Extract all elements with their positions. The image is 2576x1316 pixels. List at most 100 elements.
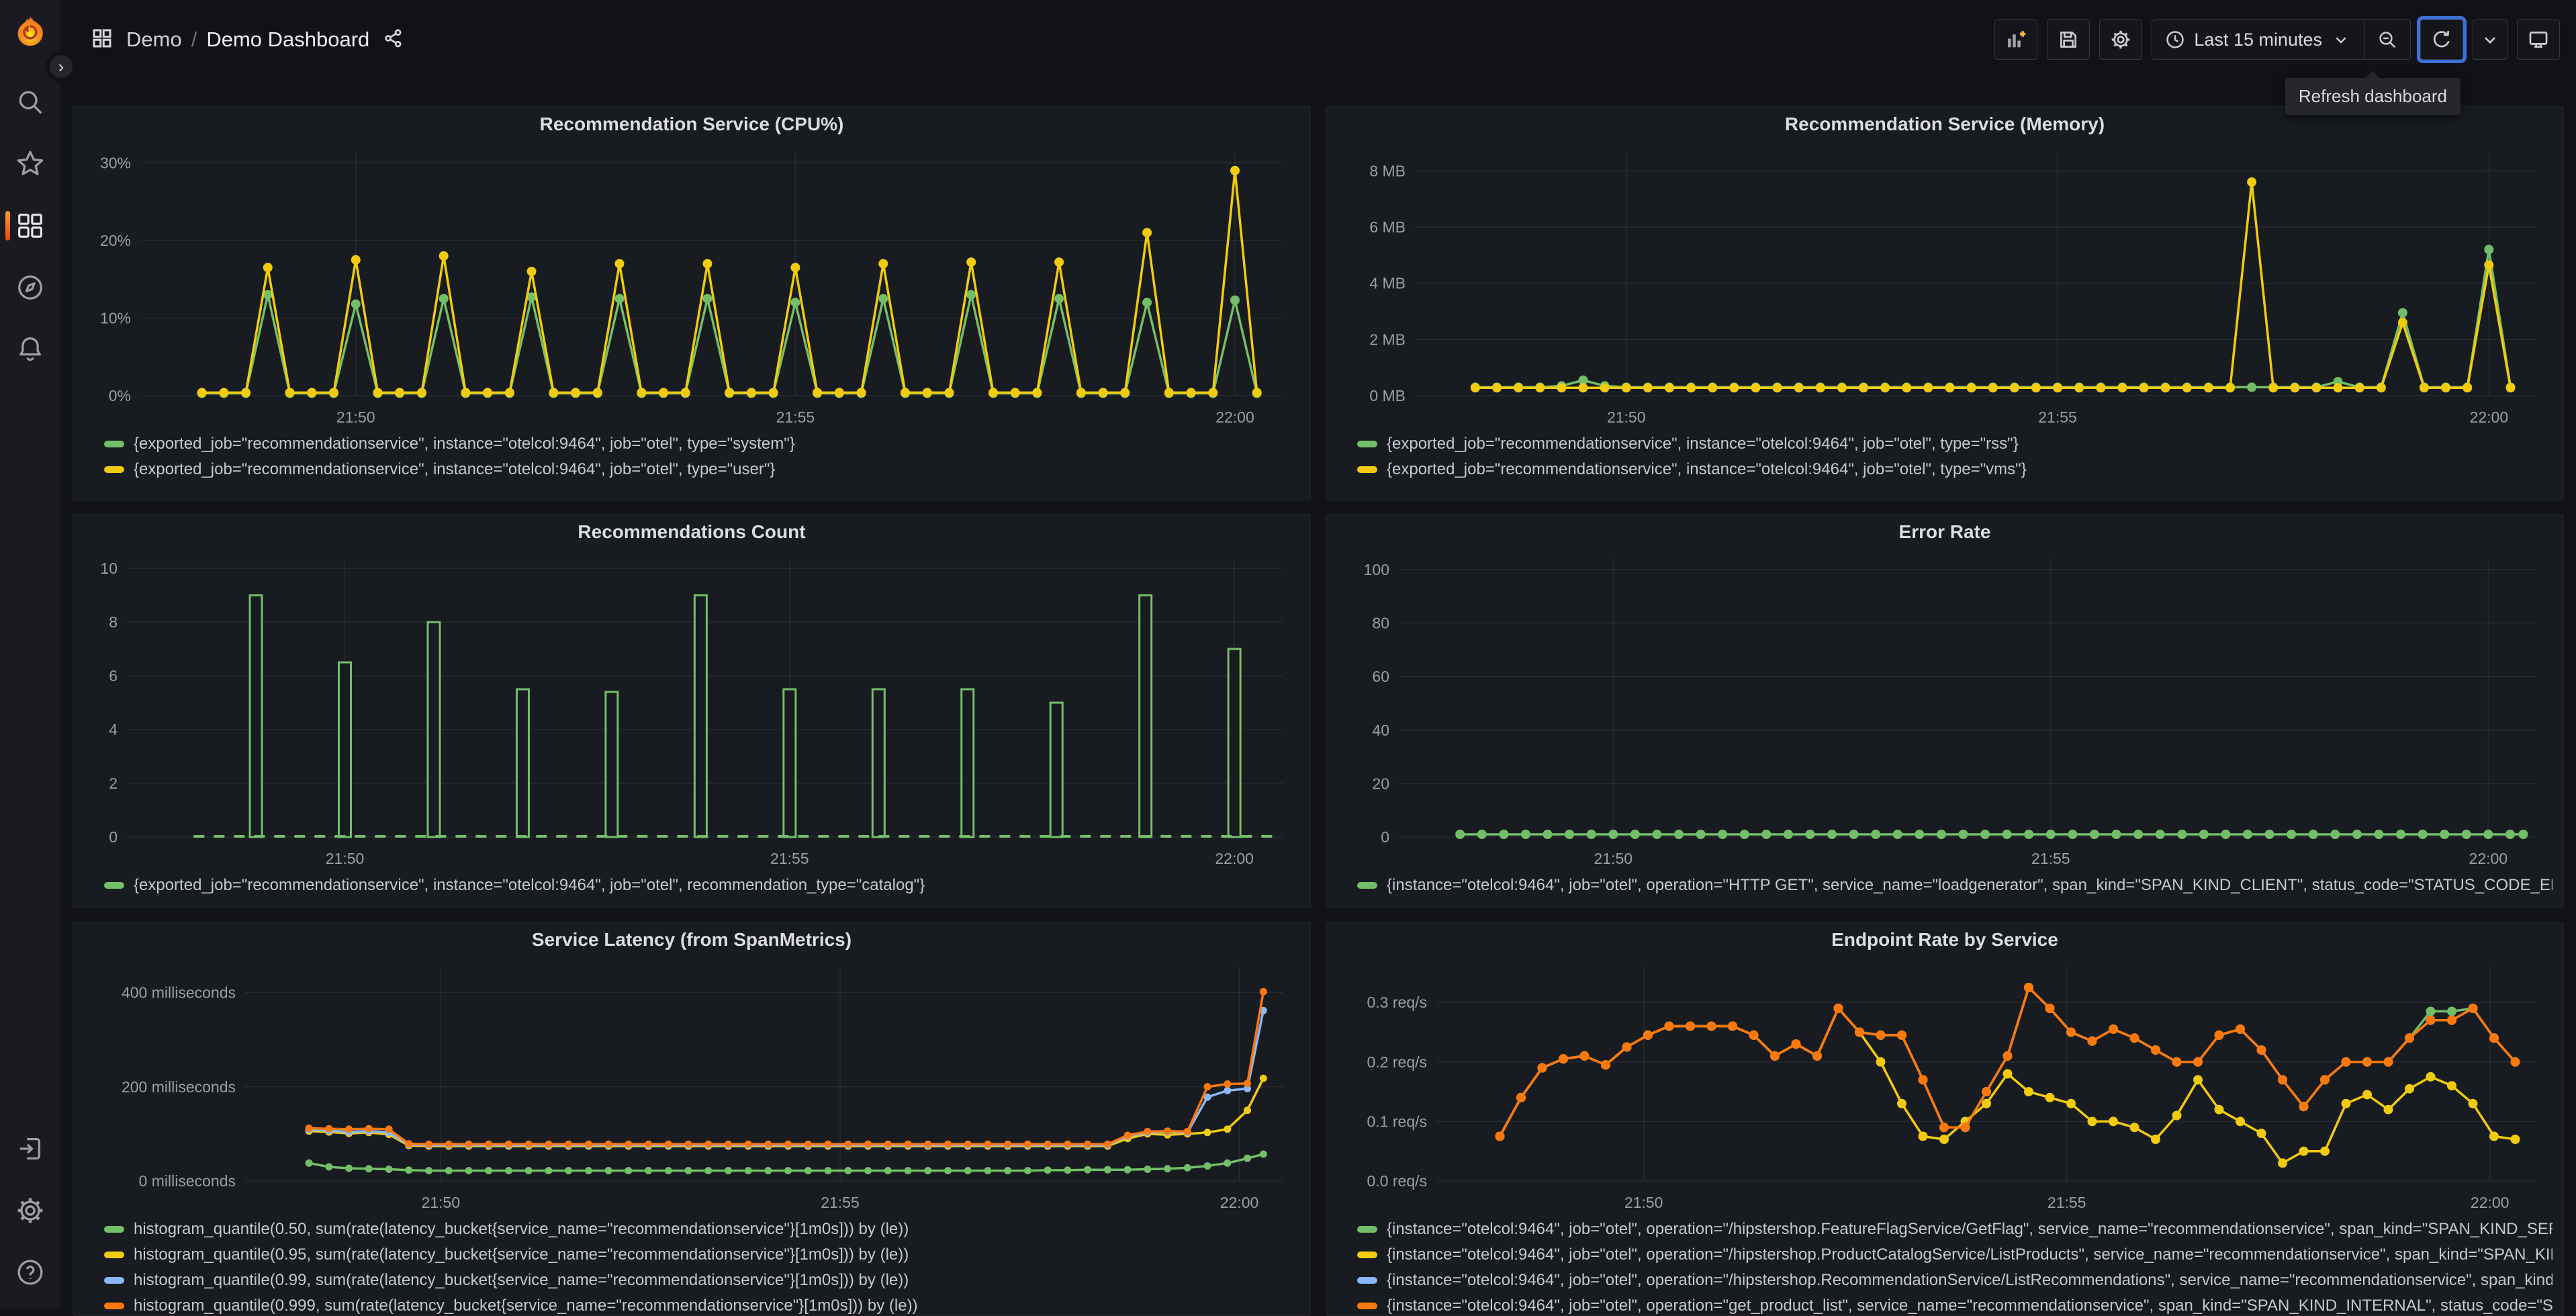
panel-legend: {instance="otelcol:9464", job="otel", op… (1337, 1216, 2552, 1316)
svg-text:21:50: 21:50 (1594, 850, 1632, 867)
dashboard-grid: Recommendation Service (CPU%) 0%10%20%30%… (60, 79, 2576, 1309)
time-range-picker[interactable]: Last 15 minutes (2152, 20, 2364, 59)
svg-text:22:00: 22:00 (2471, 1194, 2510, 1211)
timeseries-chart[interactable]: 02040608010021:5021:5522:00 (1337, 550, 2552, 872)
svg-text:21:50: 21:50 (1607, 408, 1646, 426)
svg-text:60: 60 (1372, 668, 1389, 685)
svg-text:0.0 req/s: 0.0 req/s (1367, 1172, 1428, 1190)
legend-label[interactable]: histogram_quantile(0.999, sum(rate(laten… (134, 1297, 918, 1315)
dashboard-apps-icon (90, 26, 114, 54)
legend-color-swatch (1357, 441, 1377, 447)
legend-label[interactable]: {exported_job="recommendationservice", i… (134, 460, 775, 479)
grafana-logo[interactable] (13, 15, 48, 50)
legend-color-swatch (104, 1252, 124, 1258)
legend-label[interactable]: histogram_quantile(0.50, sum(rate(latenc… (134, 1220, 909, 1239)
legend-item[interactable]: histogram_quantile(0.999, sum(rate(laten… (104, 1297, 1299, 1315)
panel-title[interactable]: Recommendation Service (CPU%) (540, 114, 844, 135)
sidebar-item-settings[interactable] (0, 1193, 60, 1228)
legend-color-swatch (104, 1226, 124, 1233)
sidebar-item-sign-in[interactable] (0, 1131, 60, 1166)
breadcrumb-dashboard[interactable]: Demo Dashboard (206, 28, 369, 52)
legend-item[interactable]: {instance="otelcol:9464", job="otel", op… (1357, 1271, 2552, 1290)
timeseries-chart[interactable]: 0%10%20%30%21:5021:5522:00 (84, 142, 1299, 431)
legend-color-swatch (1357, 882, 1377, 889)
star-icon (15, 148, 46, 179)
zoom-out-time-button[interactable] (2364, 20, 2410, 59)
save-dashboard-button[interactable] (2047, 19, 2090, 60)
sidebar-item-starred[interactable] (0, 146, 60, 181)
legend-label[interactable]: {exported_job="recommendationservice", i… (1387, 435, 2019, 453)
legend-item[interactable]: {instance="otelcol:9464", job="otel", op… (1357, 876, 2552, 895)
svg-text:400 milliseconds: 400 milliseconds (122, 984, 236, 1002)
cycle-view-mode-button[interactable] (2517, 19, 2560, 60)
timeseries-chart[interactable]: 024681021:5021:5522:00 (84, 550, 1299, 872)
add-panel-icon (2005, 28, 2027, 51)
legend-item[interactable]: {exported_job="recommendationservice", i… (104, 460, 1299, 479)
panel-title[interactable]: Error Rate (1899, 521, 1991, 543)
clock-icon (2164, 29, 2186, 50)
sign-in-icon (15, 1133, 46, 1164)
legend-label[interactable]: {instance="otelcol:9464", job="otel", op… (1387, 876, 2552, 895)
panel-header: Endpoint Rate by Service (1337, 922, 2552, 957)
legend-label[interactable]: {exported_job="recommendationservice", i… (134, 876, 925, 895)
legend-label[interactable]: histogram_quantile(0.99, sum(rate(latenc… (134, 1271, 909, 1290)
legend-item[interactable]: histogram_quantile(0.99, sum(rate(latenc… (104, 1271, 1299, 1290)
refresh-interval-dropdown[interactable] (2473, 19, 2508, 60)
svg-text:0 milliseconds: 0 milliseconds (139, 1172, 236, 1190)
panel-title[interactable]: Recommendations Count (578, 521, 805, 543)
share-dashboard-button[interactable] (383, 28, 404, 52)
sidebar-expand-button[interactable]: › (46, 51, 77, 82)
dashboard-settings-button[interactable] (2099, 19, 2142, 60)
legend-label[interactable]: histogram_quantile(0.95, sum(rate(latenc… (134, 1245, 909, 1264)
legend-label[interactable]: {exported_job="recommendationservice", i… (134, 435, 795, 453)
legend-item[interactable]: histogram_quantile(0.50, sum(rate(latenc… (104, 1220, 1299, 1239)
legend-label[interactable]: {instance="otelcol:9464", job="otel", op… (1387, 1297, 2552, 1315)
panel-title[interactable]: Endpoint Rate by Service (1831, 929, 2058, 951)
svg-text:6 MB: 6 MB (1369, 218, 1406, 236)
legend-item[interactable]: {instance="otelcol:9464", job="otel", op… (1357, 1297, 2552, 1315)
breadcrumb-folder[interactable]: Demo (126, 28, 182, 52)
legend-item[interactable]: {instance="otelcol:9464", job="otel", op… (1357, 1220, 2552, 1239)
panel-title[interactable]: Recommendation Service (Memory) (1785, 114, 2105, 135)
legend-label[interactable]: {instance="otelcol:9464", job="otel", op… (1387, 1271, 2552, 1290)
refresh-dashboard-button[interactable] (2420, 19, 2463, 60)
panel-legend: {exported_job="recommendationservice", i… (84, 872, 1299, 900)
panel-error-rate: Error Rate 02040608010021:5021:5522:00 {in… (1326, 514, 2564, 908)
sidebar (0, 0, 60, 1309)
svg-text:20: 20 (1372, 775, 1389, 792)
legend-item[interactable]: {exported_job="recommendationservice", i… (104, 876, 1299, 895)
panel-title[interactable]: Service Latency (from SpanMetrics) (532, 929, 852, 951)
sidebar-item-search[interactable] (0, 85, 60, 120)
legend-item[interactable]: {exported_job="recommendationservice", i… (1357, 460, 2552, 479)
sidebar-item-help[interactable] (0, 1255, 60, 1290)
sidebar-item-dashboards[interactable] (0, 208, 60, 243)
timeseries-chart[interactable]: 0 MB2 MB4 MB6 MB8 MB21:5021:5522:00 (1337, 142, 2552, 431)
zoom-out-icon (2377, 29, 2398, 50)
timeseries-chart[interactable]: 0.0 req/s0.1 req/s0.2 req/s0.3 req/s21:5… (1337, 957, 2552, 1216)
bell-icon (15, 334, 46, 365)
time-range-label: Last 15 minutes (2194, 30, 2322, 50)
svg-text:0.2 req/s: 0.2 req/s (1367, 1053, 1428, 1071)
add-panel-button[interactable] (1994, 19, 2037, 60)
help-icon (15, 1257, 46, 1288)
panel-endpoint-rate: Endpoint Rate by Service 0.0 req/s0.1 req… (1326, 922, 2564, 1316)
timeseries-chart[interactable]: 0 milliseconds200 milliseconds400 millis… (84, 957, 1299, 1216)
gear-icon (15, 1195, 46, 1226)
legend-item[interactable]: {exported_job="recommendationservice", i… (104, 435, 1299, 453)
legend-item[interactable]: histogram_quantile(0.95, sum(rate(latenc… (104, 1245, 1299, 1264)
legend-item[interactable]: {instance="otelcol:9464", job="otel", op… (1357, 1245, 2552, 1264)
refresh-tooltip: Refresh dashboard (2285, 78, 2460, 115)
dashboards-grid-icon (15, 210, 46, 241)
svg-text:22:00: 22:00 (2469, 850, 2508, 867)
legend-label[interactable]: {exported_job="recommendationservice", i… (1387, 460, 2027, 479)
legend-label[interactable]: {instance="otelcol:9464", job="otel", op… (1387, 1245, 2552, 1264)
legend-item[interactable]: {exported_job="recommendationservice", i… (1357, 435, 2552, 453)
svg-text:2 MB: 2 MB (1369, 331, 1406, 348)
sidebar-item-alerting[interactable] (0, 332, 60, 367)
sidebar-item-explore[interactable] (0, 270, 60, 305)
legend-color-swatch (1357, 1252, 1377, 1258)
legend-label[interactable]: {instance="otelcol:9464", job="otel", op… (1387, 1220, 2552, 1239)
svg-text:4 MB: 4 MB (1369, 275, 1406, 292)
panel-header: Recommendation Service (CPU%) (84, 107, 1299, 142)
breadcrumb-separator: / (191, 28, 197, 52)
